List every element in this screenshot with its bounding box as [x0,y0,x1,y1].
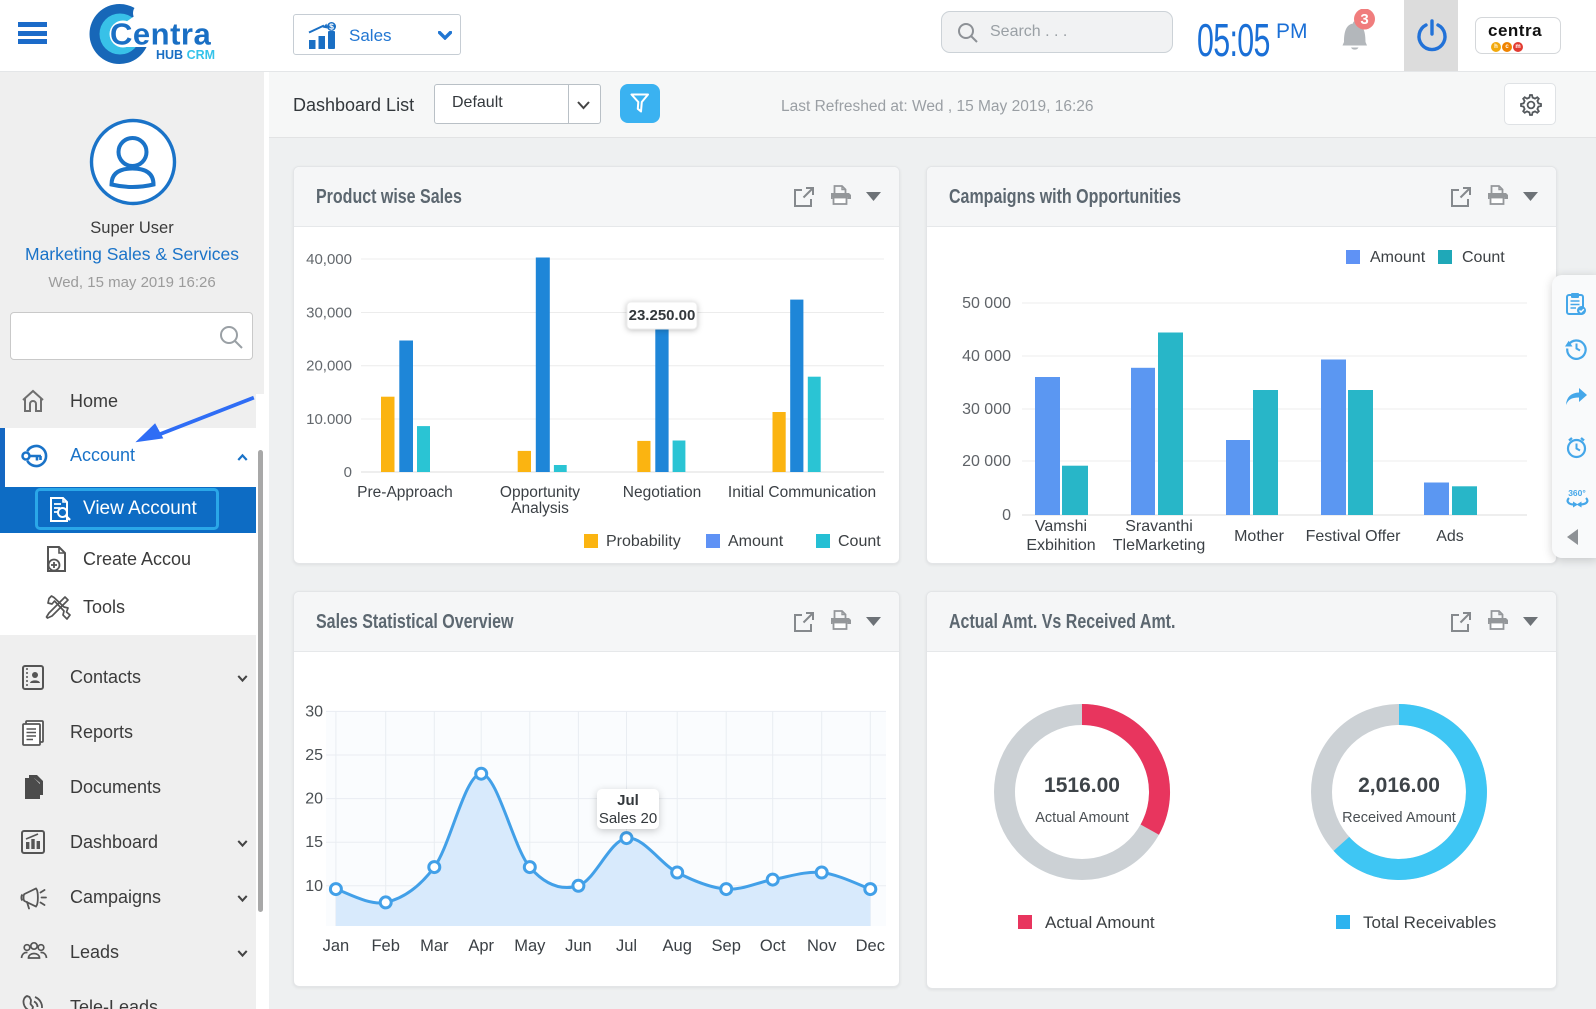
svg-text:30 000: 30 000 [962,401,1011,418]
svg-text:20,000: 20,000 [306,358,352,375]
svg-text:50 000: 50 000 [962,295,1011,312]
svg-text:3: 3 [1360,11,1368,28]
svg-text:Ads: Ads [1436,528,1464,545]
svg-text:Feb: Feb [371,937,399,955]
svg-text:Sales 20: Sales 20 [599,810,657,827]
svg-text:Sep: Sep [712,937,741,955]
svg-text:Opportunity: Opportunity [500,484,580,501]
svg-text:10.000: 10.000 [306,411,352,428]
svg-text:HUB CRM: HUB CRM [156,48,215,62]
svg-text:Initial Communication: Initial Communication [728,484,876,501]
svg-text:Total Receivables: Total Receivables [1363,913,1496,932]
svg-text:2,016.00: 2,016.00 [1358,774,1440,797]
svg-text:Jul: Jul [617,792,639,809]
svg-text:Oct: Oct [760,937,786,955]
svg-text:0: 0 [1002,507,1011,524]
svg-text:Nov: Nov [807,937,837,955]
svg-text:Pre-Approach: Pre-Approach [357,484,453,501]
svg-text:30: 30 [305,703,323,720]
svg-text:Analysis: Analysis [511,500,569,517]
svg-text:Exbihition: Exbihition [1026,537,1095,554]
svg-text:Jul: Jul [616,937,637,955]
svg-text:Vamshi: Vamshi [1035,518,1087,535]
svg-text:Apr: Apr [468,937,494,955]
svg-text:Count: Count [1462,249,1505,266]
svg-text:Mother: Mother [1234,528,1284,545]
svg-text:25: 25 [305,747,323,764]
svg-text:20: 20 [305,791,323,808]
svg-text:40 000: 40 000 [962,348,1011,365]
svg-text:20 000: 20 000 [962,453,1011,470]
svg-text:40,000: 40,000 [306,251,352,268]
svg-text:Mar: Mar [420,937,449,955]
svg-text:Festival Offer: Festival Offer [1306,528,1402,545]
svg-text:Amount: Amount [728,533,784,550]
svg-text:15: 15 [305,834,323,851]
svg-text:1516.00: 1516.00 [1044,774,1120,797]
svg-text:10: 10 [305,878,323,895]
svg-text:Centra: Centra [110,17,211,52]
svg-text:Jun: Jun [565,937,592,955]
svg-text:Negotiation: Negotiation [623,484,701,501]
svg-text:Aug: Aug [663,937,692,955]
svg-text:$: $ [329,22,334,32]
svg-text:Jan: Jan [323,937,350,955]
svg-text:360°: 360° [1568,488,1586,498]
svg-text:Actual Amount: Actual Amount [1045,913,1155,932]
svg-text:TleMarketing: TleMarketing [1113,537,1205,554]
svg-text:Probability: Probability [606,533,681,550]
svg-text:Actual Amount: Actual Amount [1035,810,1129,826]
svg-text:0: 0 [344,464,352,481]
svg-text:Count: Count [838,533,881,550]
svg-text:Amount: Amount [1370,249,1426,266]
svg-text:23.250.00: 23.250.00 [629,307,696,324]
svg-text:May: May [514,937,546,955]
svg-text:Dec: Dec [856,937,885,955]
svg-text:Received Amount: Received Amount [1342,810,1456,826]
svg-text:Sravanthi: Sravanthi [1125,518,1193,535]
svg-text:30,000: 30,000 [306,305,352,322]
